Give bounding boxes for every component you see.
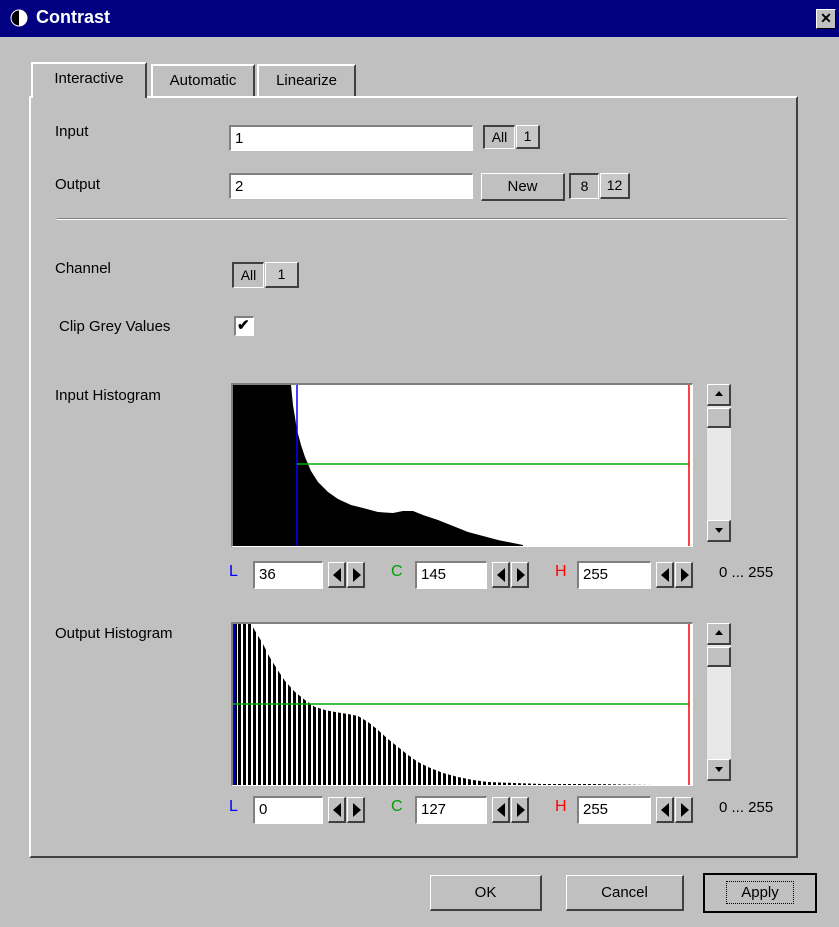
- arrow-left-icon: [497, 803, 505, 817]
- input-l-increment[interactable]: [347, 562, 365, 588]
- apply-button[interactable]: Apply: [703, 873, 817, 913]
- scroll-thumb[interactable]: [707, 647, 731, 667]
- output-field[interactable]: 2: [229, 173, 473, 199]
- scroll-up-button[interactable]: [707, 384, 731, 406]
- input-l-field[interactable]: 36: [253, 561, 323, 589]
- output-range-label: 0 ... 255: [719, 799, 774, 816]
- input-histogram-graph: [233, 385, 690, 546]
- input-h-field[interactable]: 255: [577, 561, 651, 589]
- interactive-panel: Input 1 All 1 Output 2 New 8 12 Channel …: [29, 96, 798, 858]
- ok-button[interactable]: OK: [430, 875, 542, 911]
- input-histogram-bars: [233, 385, 523, 546]
- tab-automatic-label: Automatic: [169, 72, 237, 89]
- output-c-letter: C: [391, 798, 403, 815]
- tab-interactive[interactable]: Interactive: [31, 62, 147, 98]
- input-all-toggle[interactable]: All: [483, 125, 515, 149]
- output-histogram-scrollbar[interactable]: [707, 623, 731, 781]
- output-h-spinner[interactable]: [656, 797, 694, 823]
- output-l-letter: L: [229, 798, 238, 815]
- input-histogram-scrollbar[interactable]: [707, 384, 731, 542]
- arrow-right-icon: [681, 568, 689, 582]
- input-field[interactable]: 1: [229, 125, 473, 151]
- output-c-spinner[interactable]: [492, 797, 530, 823]
- scroll-thumb[interactable]: [707, 408, 731, 428]
- arrow-left-icon: [497, 568, 505, 582]
- tab-automatic[interactable]: Automatic: [151, 64, 255, 96]
- channel-all-toggle[interactable]: All: [232, 262, 264, 288]
- output-l-increment[interactable]: [347, 797, 365, 823]
- output-l-spinner[interactable]: [328, 797, 366, 823]
- arrow-down-icon: [715, 528, 723, 533]
- output-histogram-bars: [233, 624, 689, 785]
- input-c-letter: C: [391, 563, 403, 580]
- arrow-left-icon: [661, 568, 669, 582]
- input-h-decrement[interactable]: [656, 562, 674, 588]
- clip-checkbox[interactable]: ✔: [234, 316, 254, 336]
- output-h-letter: H: [555, 798, 567, 815]
- arrow-left-icon: [661, 803, 669, 817]
- input-h-letter: H: [555, 563, 567, 580]
- input-l-spinner[interactable]: [328, 562, 366, 588]
- title-bar[interactable]: Contrast ✕: [0, 0, 839, 37]
- output-histogram-graph: [233, 624, 690, 785]
- close-icon: ✕: [820, 10, 832, 26]
- new-button[interactable]: New: [481, 173, 565, 201]
- output-l-decrement[interactable]: [328, 797, 346, 823]
- output-l-field[interactable]: 0: [253, 796, 323, 824]
- arrow-left-icon: [333, 568, 341, 582]
- tab-linearize[interactable]: Linearize: [257, 64, 356, 96]
- output-h-field[interactable]: 255: [577, 796, 651, 824]
- clip-label: Clip Grey Values: [59, 318, 171, 335]
- scroll-down-button[interactable]: [707, 759, 731, 781]
- output-c-increment[interactable]: [511, 797, 529, 823]
- input-c-increment[interactable]: [511, 562, 529, 588]
- input-l-decrement[interactable]: [328, 562, 346, 588]
- input-range-label: 0 ... 255: [719, 564, 774, 581]
- input-1-toggle[interactable]: 1: [516, 125, 540, 149]
- arrow-right-icon: [517, 568, 525, 582]
- scroll-up-button[interactable]: [707, 623, 731, 645]
- arrow-up-icon: [715, 630, 723, 635]
- input-h-increment[interactable]: [675, 562, 693, 588]
- output-label: Output: [55, 176, 101, 193]
- output-c-decrement[interactable]: [492, 797, 510, 823]
- contrast-icon: [10, 9, 28, 27]
- tab-linearize-label: Linearize: [276, 72, 337, 89]
- arrow-right-icon: [681, 803, 689, 817]
- output-histogram-plot[interactable]: [231, 622, 693, 786]
- tab-interactive-label: Interactive: [54, 70, 124, 87]
- output-c-field[interactable]: 127: [415, 796, 487, 824]
- arrow-up-icon: [715, 391, 723, 396]
- input-h-spinner[interactable]: [656, 562, 694, 588]
- arrow-right-icon: [353, 568, 361, 582]
- arrow-left-icon: [333, 803, 341, 817]
- channel-1-toggle[interactable]: 1: [265, 262, 299, 288]
- input-label: Input: [55, 123, 89, 140]
- cancel-button[interactable]: Cancel: [566, 875, 684, 911]
- scroll-down-button[interactable]: [707, 520, 731, 542]
- arrow-down-icon: [715, 767, 723, 772]
- input-c-field[interactable]: 145: [415, 561, 487, 589]
- divider: [57, 218, 787, 220]
- channel-label: Channel: [55, 260, 111, 277]
- bits-8-toggle[interactable]: 8: [569, 173, 599, 199]
- input-l-letter: L: [229, 563, 238, 580]
- input-histogram-label: Input Histogram: [55, 387, 161, 404]
- arrow-right-icon: [353, 803, 361, 817]
- input-histogram-plot[interactable]: [231, 383, 693, 547]
- close-button[interactable]: ✕: [816, 9, 836, 29]
- apply-button-label: Apply: [726, 881, 794, 904]
- bits-12-toggle[interactable]: 12: [600, 173, 630, 199]
- arrow-right-icon: [517, 803, 525, 817]
- output-h-decrement[interactable]: [656, 797, 674, 823]
- input-c-decrement[interactable]: [492, 562, 510, 588]
- check-icon: ✔: [237, 317, 250, 334]
- output-histogram-label: Output Histogram: [55, 625, 173, 642]
- input-c-spinner[interactable]: [492, 562, 530, 588]
- output-h-increment[interactable]: [675, 797, 693, 823]
- window-title: Contrast: [36, 7, 111, 27]
